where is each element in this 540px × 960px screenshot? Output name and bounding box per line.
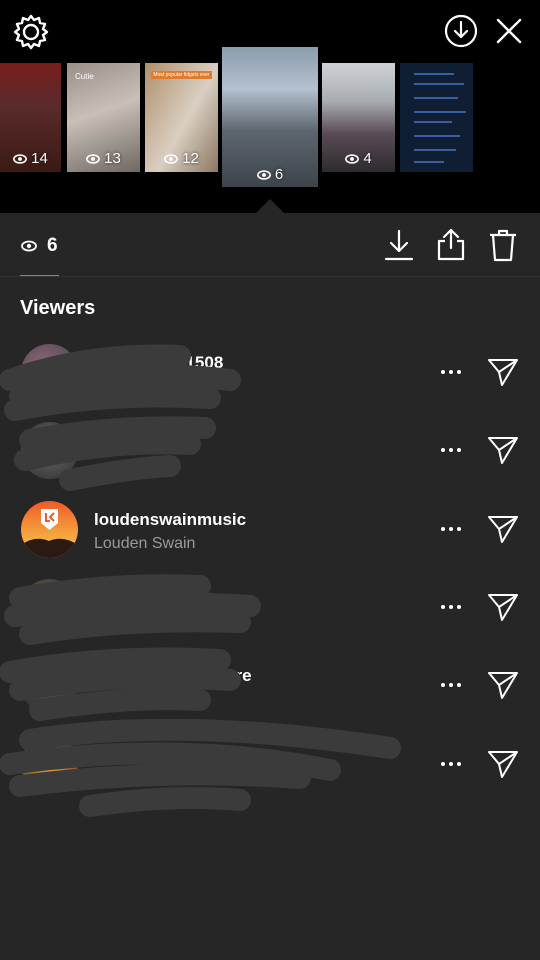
story-thumbnail-5[interactable]: 4 bbox=[322, 63, 395, 172]
avatar[interactable] bbox=[21, 501, 78, 558]
thumbnail-views: 13 bbox=[67, 150, 140, 167]
share-button[interactable] bbox=[436, 227, 466, 261]
thumbnail-view-count: 6 bbox=[274, 166, 284, 183]
send-icon[interactable] bbox=[486, 669, 520, 701]
viewer-username[interactable]: ytan bbox=[158, 588, 193, 608]
thumbnail-view-count: 13 bbox=[104, 150, 121, 167]
close-icon bbox=[496, 18, 522, 44]
viewer-row[interactable]: _1508 bbox=[0, 338, 540, 408]
send-icon[interactable] bbox=[486, 356, 520, 388]
delete-button[interactable] bbox=[488, 228, 518, 262]
viewer-username[interactable]: loudenswainmusic bbox=[94, 510, 246, 530]
story-thumbnail-2[interactable]: Cutie 13 bbox=[67, 63, 140, 172]
gear-icon bbox=[13, 14, 49, 50]
avatar[interactable] bbox=[21, 422, 78, 479]
thumbnail-views: 6 bbox=[222, 166, 318, 183]
settings-button[interactable] bbox=[12, 12, 50, 50]
download-icon bbox=[384, 229, 414, 261]
viewer-row[interactable]: ere ott bbox=[0, 651, 540, 721]
send-icon[interactable] bbox=[486, 591, 520, 623]
more-options-button[interactable] bbox=[436, 519, 466, 539]
close-button[interactable] bbox=[492, 14, 526, 48]
story-thumbnail-6[interactable] bbox=[400, 63, 473, 172]
band-logo-icon bbox=[21, 509, 78, 558]
more-options-button[interactable] bbox=[436, 597, 466, 617]
more-options-button[interactable] bbox=[436, 675, 466, 695]
thumbnail-view-count: 14 bbox=[31, 150, 48, 167]
eye-icon bbox=[256, 169, 271, 180]
story-thumbnail-3[interactable]: Most popular fidgets ever 12 bbox=[145, 63, 218, 172]
eye-icon bbox=[345, 153, 360, 164]
avatar[interactable] bbox=[21, 579, 78, 636]
thumbnail-view-count: 4 bbox=[363, 150, 372, 167]
story-thumbnail-selected[interactable]: 6 bbox=[222, 47, 318, 187]
download-button[interactable] bbox=[384, 228, 414, 262]
divider bbox=[0, 276, 540, 277]
save-story-button[interactable] bbox=[443, 13, 479, 49]
view-count: 6 bbox=[47, 235, 58, 256]
trash-icon bbox=[490, 229, 516, 262]
eye-icon bbox=[13, 153, 28, 164]
thumbnail-views: 12 bbox=[145, 150, 218, 167]
eye-icon bbox=[86, 153, 101, 164]
download-circle-icon bbox=[444, 14, 478, 48]
avatar[interactable] bbox=[21, 657, 78, 714]
viewers-heading: Viewers bbox=[20, 297, 96, 319]
avatar[interactable] bbox=[21, 736, 78, 793]
eye-icon bbox=[164, 153, 179, 164]
viewer-fullname: ott bbox=[160, 691, 178, 708]
viewer-row[interactable] bbox=[0, 416, 540, 486]
viewer-row[interactable] bbox=[0, 730, 540, 800]
viewer-fullname: Louden Swain bbox=[94, 535, 196, 552]
thumbnail-view-count: 12 bbox=[182, 150, 199, 167]
selected-story-pointer bbox=[256, 199, 284, 213]
eye-icon bbox=[21, 240, 37, 252]
send-icon[interactable] bbox=[486, 434, 520, 466]
send-icon[interactable] bbox=[486, 513, 520, 545]
more-options-button[interactable] bbox=[436, 754, 466, 774]
thumbnail-caption: Cutie bbox=[75, 72, 94, 81]
thumbnail-views: 4 bbox=[322, 150, 395, 167]
send-icon[interactable] bbox=[486, 748, 520, 780]
thumbnail-caption: Most popular fidgets ever bbox=[151, 71, 212, 79]
story-thumbnail-1[interactable]: 14 bbox=[0, 63, 61, 172]
more-options-button[interactable] bbox=[436, 362, 466, 382]
thumbnail-views: 14 bbox=[0, 150, 61, 167]
more-options-button[interactable] bbox=[436, 440, 466, 460]
viewer-row[interactable]: loudenswainmusic Louden Swain bbox=[0, 495, 540, 565]
share-icon bbox=[437, 228, 465, 261]
viewer-row[interactable]: ytan bbox=[0, 573, 540, 643]
viewer-username[interactable]: ere bbox=[226, 666, 252, 686]
viewer-username[interactable]: _1508 bbox=[176, 353, 223, 373]
avatar[interactable] bbox=[21, 344, 78, 401]
